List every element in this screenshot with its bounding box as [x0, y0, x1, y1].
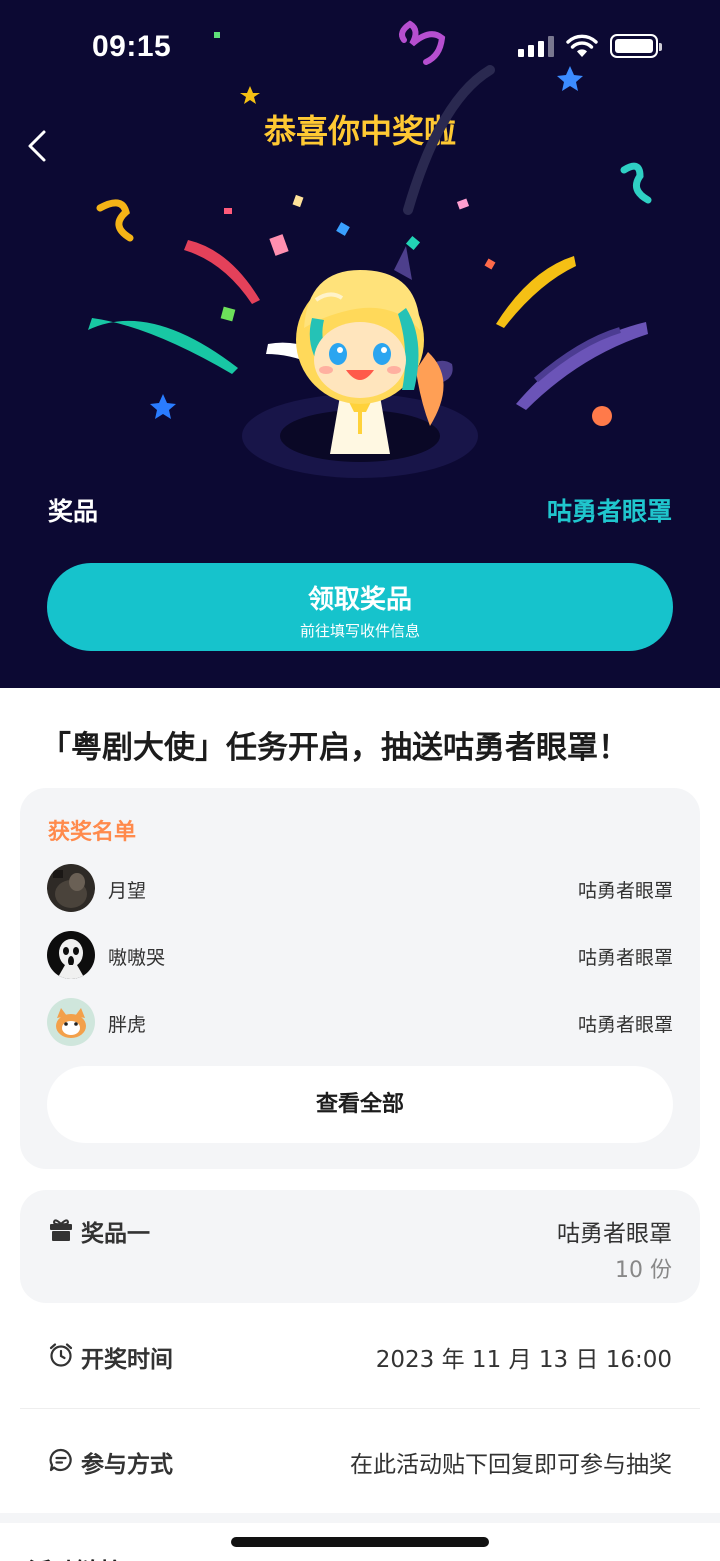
section-separator — [0, 1513, 720, 1523]
chat-icon — [49, 1448, 72, 1472]
prize-info-card: 奖品一 咕勇者眼罩 10 份 — [20, 1190, 700, 1303]
winner-name: 嗷嗷哭 — [108, 947, 166, 969]
winner-name: 胖虎 — [108, 1014, 147, 1036]
home-indicator — [231, 1537, 489, 1547]
divider — [20, 1408, 700, 1409]
prize-info-label: 奖品一 — [81, 1221, 150, 1247]
winner-prize: 咕勇者眼罩 — [577, 1014, 673, 1036]
alarm-clock-icon — [49, 1343, 73, 1367]
draw-time-label: 开奖时间 — [81, 1347, 173, 1373]
view-all-button[interactable]: 查看全部 — [47, 1066, 673, 1143]
winner-row[interactable]: 胖虎 咕勇者眼罩 — [47, 998, 673, 1046]
hero-banner: 09:15 恭喜你中奖啦 奖品 咕勇者眼罩 领取奖品 前往填写收件信息 — [0, 0, 720, 688]
hero-prize-row: 奖品 咕勇者眼罩 — [48, 490, 672, 530]
gift-icon — [50, 1219, 72, 1241]
winners-card: 获奖名单 月望 咕勇者眼罩 嗷嗷哭 咕勇者眼罩 胖虎 咕勇者眼罩 查看全部 — [20, 788, 700, 1169]
activity-headline: 「粤剧大使」任务开启，抽送咕勇者眼罩！ — [40, 730, 629, 766]
winner-prize: 咕勇者眼罩 — [577, 947, 673, 969]
hero-prize-name: 咕勇者眼罩 — [546, 497, 672, 526]
participation-row: 参与方式 在此活动贴下回复即可参与抽奖 — [20, 1433, 700, 1493]
participation-value: 在此活动贴下回复即可参与抽奖 — [350, 1452, 672, 1478]
activity-link-heading: 活动链接 — [28, 1552, 124, 1561]
winner-row[interactable]: 嗷嗷哭 咕勇者眼罩 — [47, 931, 673, 979]
avatar[interactable] — [47, 998, 95, 1046]
winner-name: 月望 — [108, 880, 147, 902]
prize-info-quantity: 10 份 — [615, 1258, 672, 1283]
prize-info-name: 咕勇者眼罩 — [557, 1221, 672, 1247]
claim-prize-button[interactable]: 领取奖品 前往填写收件信息 — [47, 563, 673, 651]
participation-label: 参与方式 — [81, 1452, 173, 1478]
winner-prize: 咕勇者眼罩 — [577, 880, 673, 902]
claim-prize-button-label: 领取奖品 — [307, 585, 412, 615]
claim-prize-button-sublabel: 前往填写收件信息 — [299, 622, 420, 640]
mascot-illustration — [242, 246, 478, 478]
avatar[interactable] — [47, 864, 95, 912]
avatar[interactable] — [47, 931, 95, 979]
draw-time-row: 开奖时间 2023 年 11 月 13 日 16:00 — [20, 1328, 700, 1388]
draw-time-value: 2023 年 11 月 13 日 16:00 — [375, 1347, 672, 1373]
winner-row[interactable]: 月望 咕勇者眼罩 — [47, 864, 673, 912]
hero-prize-label: 奖品 — [48, 497, 99, 526]
winners-title: 获奖名单 — [48, 820, 137, 845]
